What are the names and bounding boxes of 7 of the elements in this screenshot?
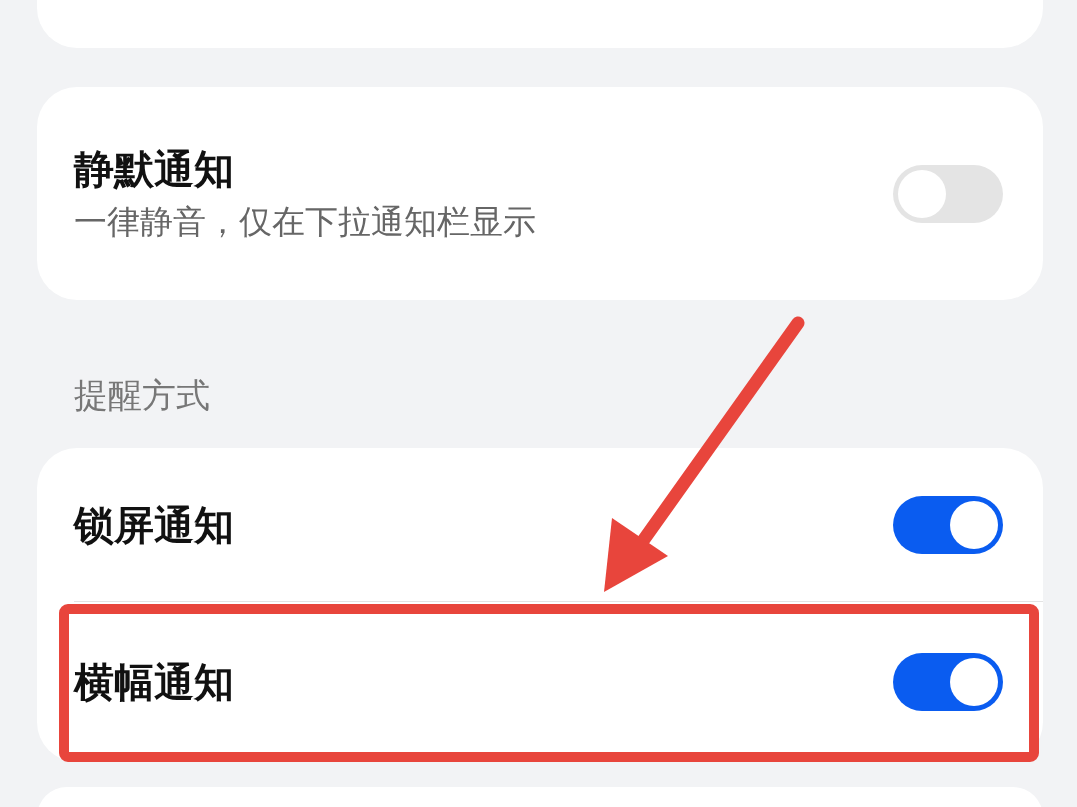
setting-title: 静默通知 (74, 144, 235, 194)
setting-title: 横幅通知 (74, 658, 234, 707)
section-label: 提醒方式 (73, 374, 211, 417)
toggle-switch[interactable] (893, 495, 1003, 554)
setting-title: 锁屏通知 (74, 500, 234, 550)
setting-description: 一律静音，仅在下拉通知栏显示 (74, 200, 536, 243)
toggle-switch[interactable] (893, 653, 1003, 711)
